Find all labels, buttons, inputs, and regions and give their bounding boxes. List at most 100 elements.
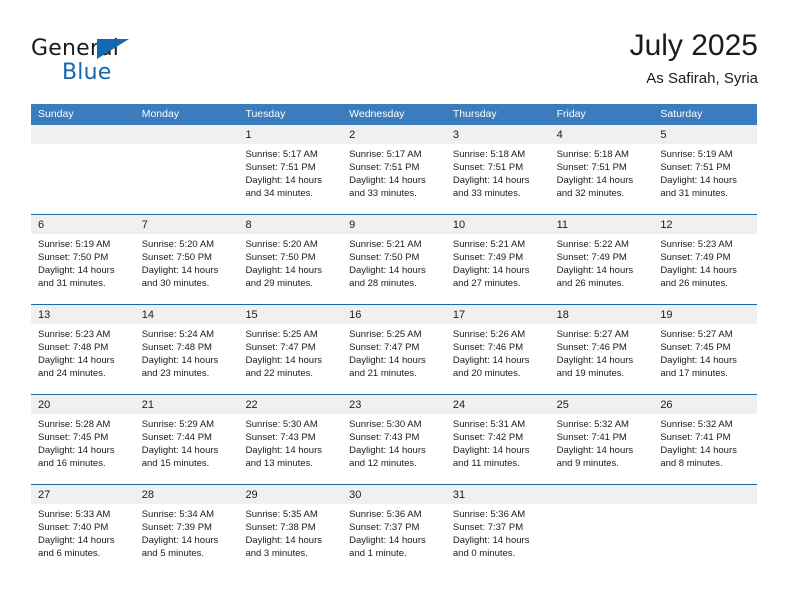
calendar-day-cell[interactable]: 11 Sunrise: 5:22 AM Sunset: 7:49 PM Dayligh… — [549, 215, 654, 304]
calendar-day-cell[interactable]: 22 Sunrise: 5:30 AM Sunset: 7:43 PM Dayligh… — [238, 395, 343, 484]
day-number-band: 24 — [445, 395, 550, 414]
weekday-header-monday: Monday — [141, 108, 180, 120]
day-number-band: 26 — [653, 395, 758, 414]
sunrise-text: Sunrise: 5:18 AM — [556, 149, 629, 160]
sunset-text: Sunset: 7:49 PM — [452, 252, 524, 263]
day-sun-info: Sunrise: 5:21 AM Sunset: 7:50 PM Daylight:… — [342, 234, 446, 290]
day-number: 5 — [660, 129, 667, 141]
day-number: 16 — [349, 309, 362, 321]
calendar-day-cell[interactable]: 7 Sunrise: 5:20 AM Sunset: 7:50 PM Daylight… — [134, 215, 239, 304]
day-number-band: 18 — [549, 305, 654, 324]
weekday-header-friday: Friday — [556, 108, 586, 120]
day-number: 2 — [349, 129, 356, 141]
day-number-band: 27 — [31, 485, 135, 504]
calendar-day-cell-empty — [134, 125, 239, 214]
calendar-day-cell[interactable]: 1 Sunrise: 5:17 AM Sunset: 7:51 PM Daylight… — [238, 125, 343, 214]
daylight-text: Daylight: 14 hours and 9 minutes. — [556, 445, 634, 469]
calendar-day-cell[interactable]: 21 Sunrise: 5:29 AM Sunset: 7:44 PM Dayligh… — [134, 395, 239, 484]
calendar-day-cell[interactable]: 27 Sunrise: 5:33 AM Sunset: 7:40 PM Dayligh… — [31, 485, 135, 574]
calendar-day-cell[interactable]: 31 Sunrise: 5:36 AM Sunset: 7:37 PM Dayligh… — [445, 485, 550, 574]
day-number: 27 — [38, 489, 51, 501]
sunset-text: Sunset: 7:41 PM — [660, 432, 731, 443]
day-number: 1 — [245, 129, 252, 141]
calendar-day-cell[interactable]: 12 Sunrise: 5:23 AM Sunset: 7:49 PM Dayligh… — [653, 215, 758, 304]
sunrise-text: Sunrise: 5:29 AM — [141, 419, 215, 430]
calendar-day-cell[interactable]: 5 Sunrise: 5:19 AM Sunset: 7:51 PM Daylight… — [653, 125, 758, 214]
calendar-day-cell[interactable]: 25 Sunrise: 5:32 AM Sunset: 7:41 PM Dayligh… — [549, 395, 654, 484]
day-number-band: 15 — [238, 305, 343, 324]
calendar-day-cell[interactable]: 6 Sunrise: 5:19 AM Sunset: 7:50 PM Daylight… — [31, 215, 135, 304]
day-number: 25 — [556, 399, 569, 411]
calendar-day-cell[interactable]: 30 Sunrise: 5:36 AM Sunset: 7:37 PM Dayligh… — [342, 485, 446, 574]
calendar-day-cell[interactable]: 17 Sunrise: 5:26 AM Sunset: 7:46 PM Dayligh… — [445, 305, 550, 394]
calendar-day-cell[interactable]: 28 Sunrise: 5:34 AM Sunset: 7:39 PM Dayligh… — [134, 485, 239, 574]
calendar-day-cell[interactable]: 9 Sunrise: 5:21 AM Sunset: 7:50 PM Daylight… — [342, 215, 446, 304]
weekday-header-thursday: Thursday — [452, 108, 497, 120]
day-number: 18 — [556, 309, 569, 321]
day-sun-info: Sunrise: 5:26 AM Sunset: 7:46 PM Daylight:… — [446, 324, 550, 380]
daylight-text: Daylight: 14 hours and 30 minutes. — [141, 265, 219, 289]
calendar-day-cell[interactable]: 14 Sunrise: 5:24 AM Sunset: 7:48 PM Dayligh… — [134, 305, 239, 394]
day-sun-info: Sunrise: 5:30 AM Sunset: 7:43 PM Daylight:… — [342, 414, 446, 470]
calendar-day-cell[interactable]: 8 Sunrise: 5:20 AM Sunset: 7:50 PM Daylight… — [238, 215, 343, 304]
calendar-day-cell[interactable]: 16 Sunrise: 5:25 AM Sunset: 7:47 PM Dayligh… — [342, 305, 446, 394]
day-number-band: 19 — [653, 305, 758, 324]
day-sun-info: Sunrise: 5:23 AM Sunset: 7:48 PM Daylight:… — [31, 324, 135, 380]
daylight-text: Daylight: 14 hours and 26 minutes. — [660, 265, 737, 289]
day-sun-info: Sunrise: 5:19 AM Sunset: 7:50 PM Daylight:… — [31, 234, 135, 290]
calendar-day-cell[interactable]: 18 Sunrise: 5:27 AM Sunset: 7:46 PM Dayligh… — [549, 305, 654, 394]
day-number: 6 — [38, 219, 45, 231]
logo-word-blue: Blue — [62, 60, 112, 85]
general-blue-logo[interactable]: General Blue — [31, 36, 171, 92]
sunset-text: Sunset: 7:48 PM — [141, 342, 212, 353]
daylight-text: Daylight: 14 hours and 24 minutes. — [38, 355, 115, 379]
daylight-text: Daylight: 14 hours and 0 minutes. — [452, 535, 530, 559]
sunrise-text: Sunrise: 5:21 AM — [349, 239, 422, 250]
day-number: 3 — [452, 129, 459, 141]
day-number: 10 — [452, 219, 466, 231]
day-number-band: 13 — [31, 305, 135, 324]
calendar-day-cell[interactable]: 19 Sunrise: 5:27 AM Sunset: 7:45 PM Dayligh… — [653, 305, 758, 394]
sunset-text: Sunset: 7:43 PM — [245, 432, 316, 443]
calendar-day-cell[interactable]: 10 Sunrise: 5:21 AM Sunset: 7:49 PM Dayligh… — [445, 215, 550, 304]
calendar-day-cell-empty — [653, 485, 758, 574]
day-number-band: 23 — [342, 395, 446, 414]
calendar-day-cell[interactable]: 3 Sunrise: 5:18 AM Sunset: 7:51 PM Daylight… — [445, 125, 550, 214]
calendar-day-cell[interactable]: 23 Sunrise: 5:30 AM Sunset: 7:43 PM Dayligh… — [342, 395, 446, 484]
calendar-week-row: 13 Sunrise: 5:23 AM Sunset: 7:48 PM Dayligh… — [31, 304, 758, 394]
day-sun-info: Sunrise: 5:32 AM Sunset: 7:41 PM Daylight:… — [550, 414, 654, 470]
daylight-text: Daylight: 14 hours and 22 minutes. — [245, 355, 323, 379]
calendar-day-cell[interactable]: 15 Sunrise: 5:25 AM Sunset: 7:47 PM Dayligh… — [238, 305, 343, 394]
daylight-text: Daylight: 14 hours and 31 minutes. — [660, 175, 737, 199]
day-sun-info: Sunrise: 5:19 AM Sunset: 7:51 PM Daylight:… — [653, 144, 757, 200]
calendar-day-cell[interactable]: 4 Sunrise: 5:18 AM Sunset: 7:51 PM Daylight… — [549, 125, 654, 214]
title-block: July 2025 As Safirah, Syria — [630, 28, 758, 90]
day-number-band: 5 — [653, 125, 758, 144]
calendar-day-cell[interactable]: 20 Sunrise: 5:28 AM Sunset: 7:45 PM Dayligh… — [31, 395, 135, 484]
sunrise-text: Sunrise: 5:18 AM — [452, 149, 526, 160]
sunrise-text: Sunrise: 5:26 AM — [452, 329, 526, 340]
daylight-text: Daylight: 14 hours and 15 minutes. — [141, 445, 219, 469]
day-number-band: 17 — [445, 305, 550, 324]
calendar-day-cell[interactable]: 13 Sunrise: 5:23 AM Sunset: 7:48 PM Dayligh… — [31, 305, 135, 394]
calendar-day-cell-empty — [549, 485, 654, 574]
day-number: 12 — [660, 219, 673, 231]
weekday-header-sunday: Sunday — [38, 108, 74, 120]
day-number: 20 — [38, 399, 51, 411]
calendar-day-cell[interactable]: 29 Sunrise: 5:35 AM Sunset: 7:38 PM Dayligh… — [238, 485, 343, 574]
sunset-text: Sunset: 7:47 PM — [349, 342, 420, 353]
sunrise-text: Sunrise: 5:36 AM — [349, 509, 422, 520]
sunrise-text: Sunrise: 5:19 AM — [660, 149, 733, 160]
day-number-band: 1 — [238, 125, 343, 144]
daylight-text: Daylight: 14 hours and 27 minutes. — [452, 265, 530, 289]
day-sun-info: Sunrise: 5:17 AM Sunset: 7:51 PM Daylight:… — [342, 144, 446, 200]
daylight-text: Daylight: 14 hours and 5 minutes. — [141, 535, 219, 559]
calendar-day-cell[interactable]: 2 Sunrise: 5:17 AM Sunset: 7:51 PM Daylight… — [342, 125, 446, 214]
calendar-grid: Sunday Monday Tuesday Wednesday Thursday Frid… — [31, 104, 758, 574]
calendar-day-cell[interactable]: 24 Sunrise: 5:31 AM Sunset: 7:42 PM Dayligh… — [445, 395, 550, 484]
daylight-text: Daylight: 14 hours and 13 minutes. — [245, 445, 323, 469]
calendar-week-row: 27 Sunrise: 5:33 AM Sunset: 7:40 PM Dayligh… — [31, 484, 758, 574]
daylight-text: Daylight: 14 hours and 12 minutes. — [349, 445, 426, 469]
calendar-day-cell[interactable]: 26 Sunrise: 5:32 AM Sunset: 7:41 PM Dayligh… — [653, 395, 758, 484]
sunrise-text: Sunrise: 5:24 AM — [141, 329, 215, 340]
